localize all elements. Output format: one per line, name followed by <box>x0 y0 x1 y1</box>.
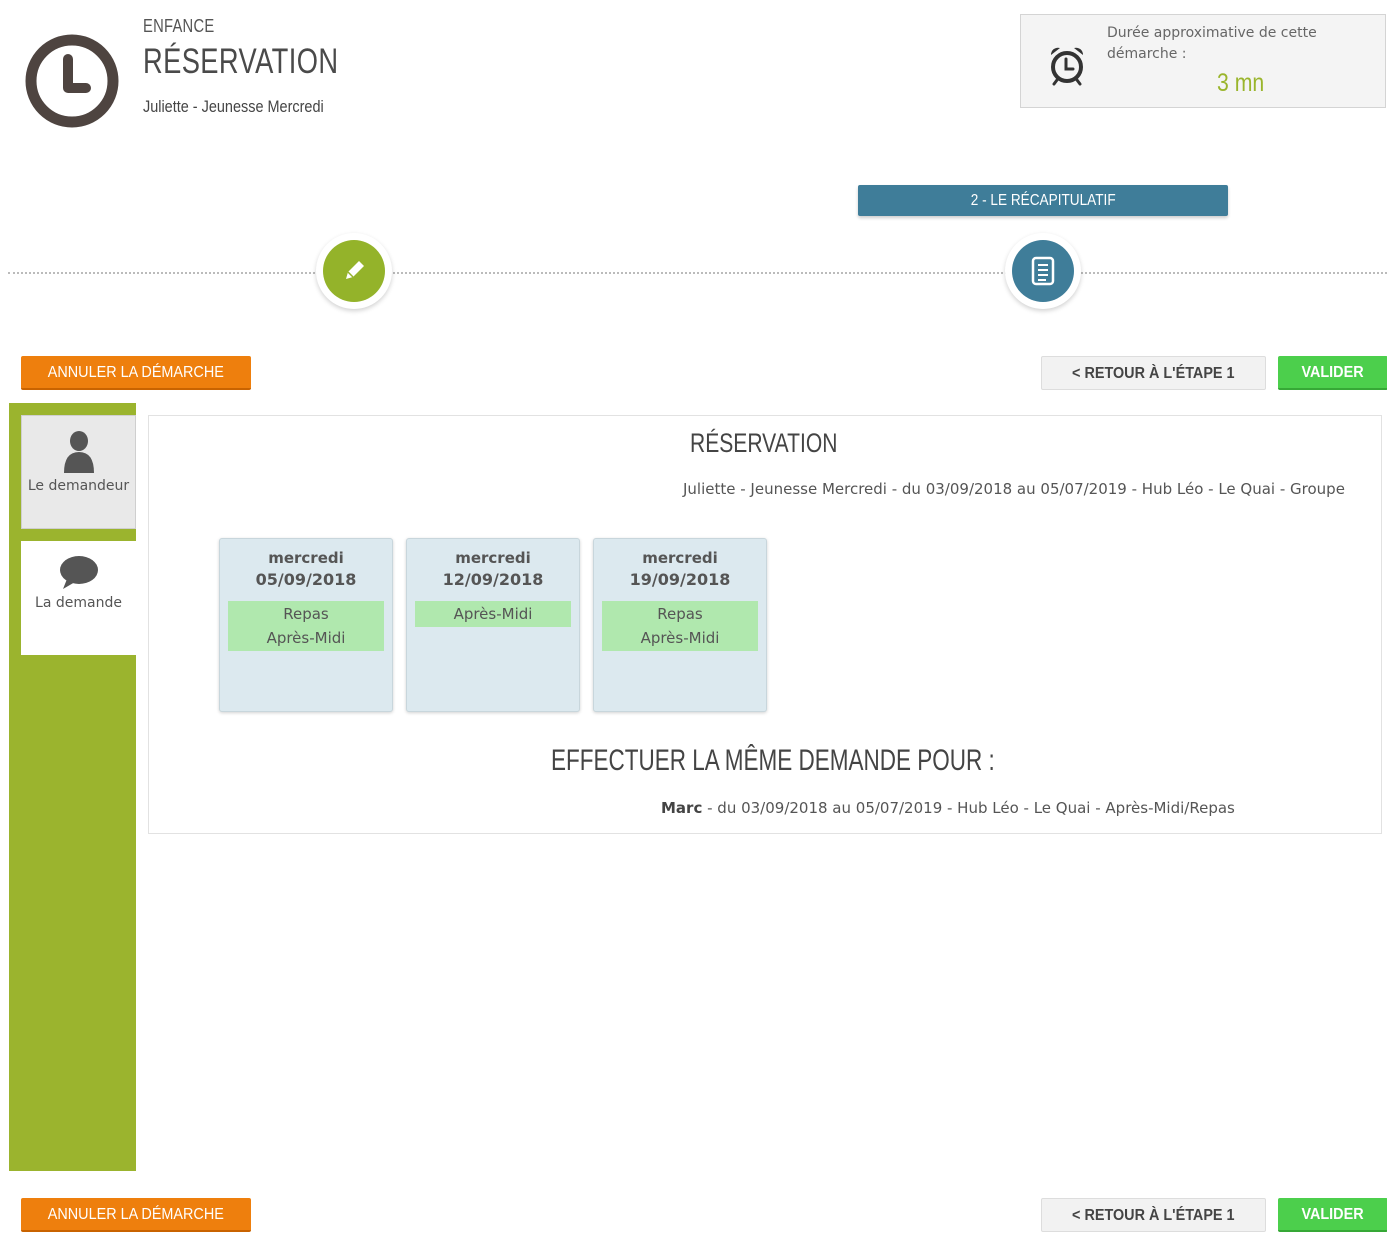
day-card: mercredi 05/09/2018 Repas Après-Midi <box>219 538 393 712</box>
alarm-clock-icon <box>1050 47 1084 86</box>
page-subtitle: Juliette - Jeunesse Mercredi <box>143 97 324 116</box>
slot-item: Après-Midi <box>266 629 346 647</box>
back-to-step-1-button-bottom[interactable]: < RETOUR À L'ÉTAPE 1 <box>1041 1198 1266 1232</box>
day-date: 05/09/2018 <box>255 570 357 589</box>
duration-box: Durée approximative de cette démarche : … <box>1020 14 1386 108</box>
same-request-details: - du 03/09/2018 au 05/07/2019 - Hub Léo … <box>702 799 1235 817</box>
back-to-step-1-button[interactable]: < RETOUR À L'ÉTAPE 1 <box>1041 356 1266 390</box>
day-name: mercredi <box>268 549 344 567</box>
slot-list: Après-Midi <box>415 601 571 627</box>
reservation-description: Juliette - Jeunesse Mercredi - du 03/09/… <box>683 480 1345 498</box>
slot-list: Repas Après-Midi <box>602 601 758 651</box>
day-card: mercredi 12/09/2018 Après-Midi <box>406 538 580 712</box>
cancel-button[interactable]: ANNULER LA DÉMARCHE <box>21 356 251 390</box>
slot-item: Repas <box>283 605 329 623</box>
sidebar-item-demande[interactable]: La demande <box>21 541 136 655</box>
validate-button[interactable]: VALIDER <box>1278 356 1387 390</box>
active-step-label: 2 - LE RÉCAPITULATIF <box>858 185 1228 216</box>
slot-item: Repas <box>657 605 703 623</box>
reservation-title: RÉSERVATION <box>690 428 838 458</box>
pencil-icon <box>346 261 364 279</box>
sidebar-item-label: Le demandeur <box>27 478 130 494</box>
page-title: RÉSERVATION <box>143 42 339 81</box>
slot-list: Repas Après-Midi <box>228 601 384 651</box>
step-progress-line <box>8 272 1387 274</box>
cancel-button-bottom[interactable]: ANNULER LA DÉMARCHE <box>21 1198 251 1232</box>
slot-item: Après-Midi <box>640 629 720 647</box>
day-date: 19/09/2018 <box>629 570 731 589</box>
sidebar-item-label: La demande <box>35 595 122 611</box>
day-name: mercredi <box>455 549 531 567</box>
same-request-person: Marc <box>661 799 703 817</box>
validate-button-bottom[interactable]: VALIDER <box>1278 1198 1387 1232</box>
user-icon <box>63 431 94 473</box>
step-1-indicator[interactable] <box>316 233 392 309</box>
duration-value: 3 mn <box>1217 69 1265 97</box>
clock-icon <box>25 34 119 128</box>
day-date: 12/09/2018 <box>442 570 544 589</box>
day-name: mercredi <box>642 549 718 567</box>
sidebar: Le demandeur La demande <box>9 403 136 1171</box>
category-label: ENFANCE <box>143 16 215 36</box>
duration-label: Durée approximative de cette démarche : <box>1107 25 1317 62</box>
document-list-icon <box>1031 256 1055 286</box>
day-card: mercredi 19/09/2018 Repas Après-Midi <box>593 538 767 712</box>
same-request-item[interactable]: Marc - du 03/09/2018 au 05/07/2019 - Hub… <box>661 799 1235 817</box>
step-2-indicator <box>1005 233 1081 309</box>
speech-bubble-icon <box>59 556 98 589</box>
sidebar-item-demandeur[interactable]: Le demandeur <box>21 415 136 529</box>
same-request-title: EFFECTUER LA MÊME DEMANDE POUR : <box>551 744 995 777</box>
slot-item: Après-Midi <box>453 605 533 623</box>
